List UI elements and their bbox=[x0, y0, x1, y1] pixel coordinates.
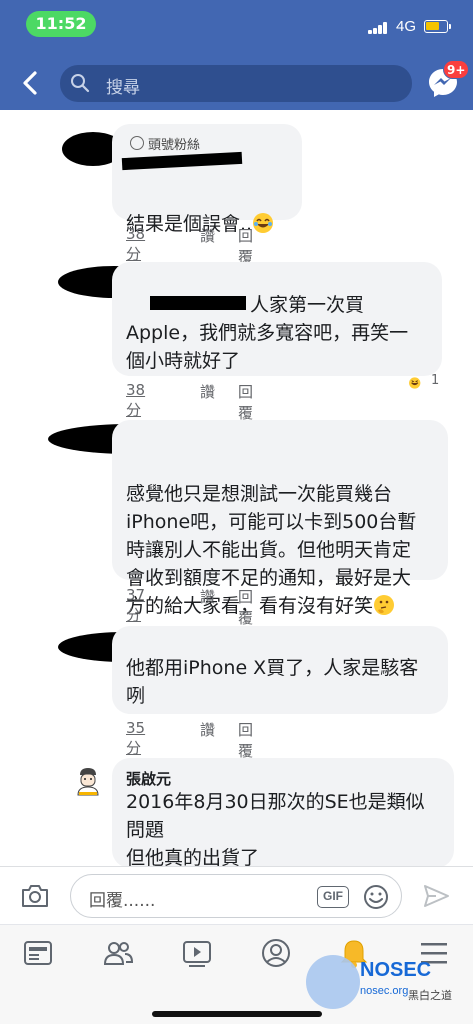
like-link[interactable]: 讚 bbox=[200, 719, 215, 740]
like-link[interactable]: 讚 bbox=[200, 586, 215, 607]
reply-link[interactable]: 回覆 bbox=[238, 586, 253, 628]
camera-icon[interactable] bbox=[20, 883, 50, 909]
like-link[interactable]: 讚 bbox=[200, 381, 215, 402]
home-indicator bbox=[152, 1011, 322, 1017]
avatar[interactable] bbox=[76, 766, 100, 796]
watermark-title: NOSEC bbox=[360, 959, 432, 981]
battery-icon bbox=[424, 20, 451, 33]
sticker-icon[interactable] bbox=[363, 884, 389, 910]
watch-icon[interactable] bbox=[181, 937, 213, 969]
notification-badge: 9+ bbox=[443, 60, 470, 79]
comment-text: 2016年8月30日那次的SE也是類似 問題 但他真的出貨了 bbox=[126, 791, 425, 869]
send-icon[interactable] bbox=[422, 883, 450, 909]
back-button[interactable] bbox=[18, 70, 44, 96]
signal-icon bbox=[368, 22, 388, 34]
network-type: 4G bbox=[396, 18, 417, 35]
gif-button[interactable]: GIF bbox=[317, 886, 349, 908]
thinking-emoji-icon bbox=[374, 595, 395, 615]
watermark-note: 黑白之道 bbox=[408, 989, 452, 1002]
reply-link[interactable]: 回覆 bbox=[238, 381, 253, 423]
watermark-subtitle: nosec.org bbox=[360, 985, 409, 997]
joy-emoji-icon bbox=[253, 213, 274, 233]
news-feed-icon[interactable] bbox=[22, 937, 54, 969]
reply-input[interactable]: 回覆...... GIF bbox=[70, 874, 402, 918]
top-fan-badge: 頭號粉絲 bbox=[148, 138, 201, 153]
watermark-logo bbox=[306, 955, 360, 1009]
haha-reaction-icon[interactable] bbox=[408, 372, 430, 394]
comment-author[interactable]: 張啟元 bbox=[126, 768, 171, 789]
bottom-nav: NOSEC nosec.org 黑白之道 bbox=[0, 924, 473, 1024]
comment-text: 他都用iPhone X買了，人家是駭客 咧 bbox=[126, 657, 419, 707]
top-fan-icon bbox=[130, 136, 144, 150]
reply-link[interactable]: 回覆 bbox=[238, 719, 253, 761]
reply-link[interactable]: 回覆 bbox=[238, 225, 253, 267]
friends-icon[interactable] bbox=[102, 937, 134, 969]
status-time: 11:52 bbox=[26, 11, 96, 37]
reaction-count: 1 bbox=[431, 373, 440, 388]
top-bar: 11:52 4G 搜尋 9+ bbox=[0, 0, 473, 110]
profile-icon[interactable] bbox=[260, 937, 292, 969]
reply-bar: 回覆...... GIF bbox=[0, 866, 473, 924]
search-input[interactable]: 搜尋 bbox=[60, 65, 412, 102]
reply-placeholder: 回覆...... bbox=[89, 891, 156, 911]
comment-text: 感覺他只是想測試一次能買幾台 iPhone吧，可能可以卡到500台暫 時讓別人不… bbox=[126, 483, 417, 617]
like-link[interactable]: 讚 bbox=[200, 225, 215, 246]
search-icon bbox=[71, 74, 90, 93]
comment-text: 人家第一次買 Apple，我們就多寬容吧，再笑一 個小時就好了 bbox=[126, 294, 409, 372]
search-placeholder: 搜尋 bbox=[106, 78, 140, 98]
